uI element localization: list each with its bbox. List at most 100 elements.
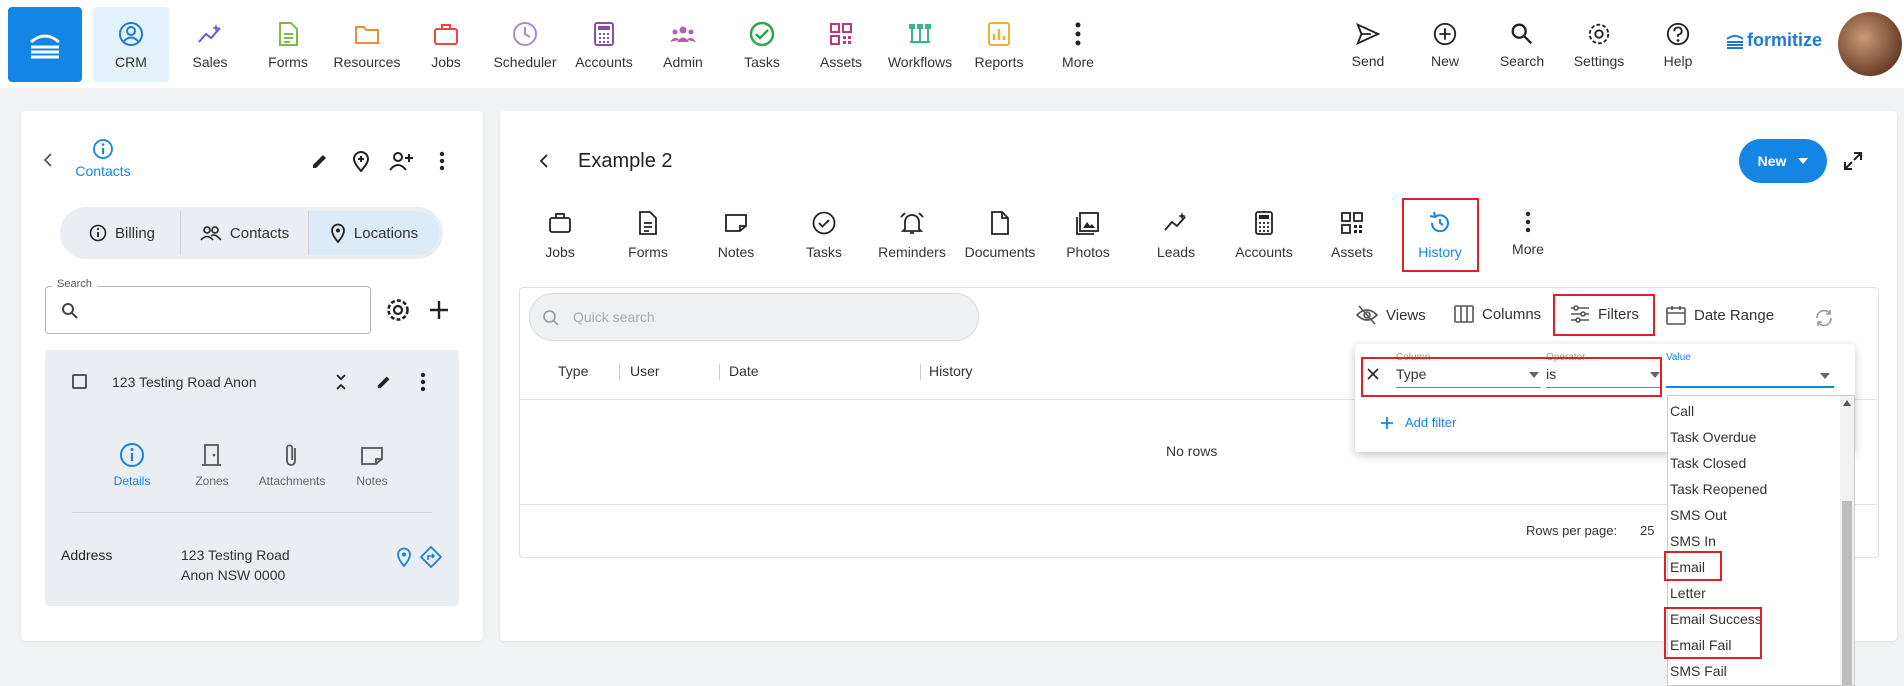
option-email[interactable]: Email — [1668, 554, 1838, 580]
segment-contacts[interactable]: Contacts — [181, 211, 309, 255]
option-task-overdue[interactable]: Task Overdue — [1668, 424, 1838, 450]
nav-sales[interactable]: Sales — [172, 7, 248, 82]
option-task-closed[interactable]: Task Closed — [1668, 450, 1838, 476]
home-button[interactable] — [8, 7, 82, 82]
location-more-button[interactable] — [415, 370, 431, 394]
search-field-label: Search — [52, 278, 97, 290]
tab-label: History — [1418, 244, 1462, 260]
nav-new[interactable]: New — [1407, 7, 1483, 82]
column-select[interactable]: Type — [1396, 366, 1541, 388]
nav-more[interactable]: More — [1040, 7, 1116, 82]
location-settings-button[interactable] — [384, 296, 412, 324]
subtab-zones[interactable]: Zones — [172, 442, 252, 488]
nav-scheduler[interactable]: Scheduler — [487, 7, 563, 82]
tab-tasks[interactable]: Tasks — [784, 210, 864, 260]
nav-crm[interactable]: CRM — [93, 7, 169, 82]
contacts-info-tab[interactable]: Contacts — [72, 138, 134, 179]
quick-search-input[interactable]: Quick search — [529, 293, 979, 341]
location-checkbox[interactable] — [72, 374, 87, 389]
nav-settings[interactable]: Settings — [1561, 7, 1637, 82]
date-range-button[interactable]: Date Range — [1666, 305, 1774, 325]
address-label: Address — [61, 547, 113, 563]
operator-select[interactable]: is — [1546, 366, 1662, 388]
location-edit-button[interactable] — [373, 370, 395, 394]
collapse-button[interactable] — [331, 370, 351, 394]
nav-assets[interactable]: Assets — [803, 7, 879, 82]
tab-jobs[interactable]: Jobs — [520, 210, 600, 260]
segment-billing[interactable]: Billing — [64, 211, 181, 255]
tab-history[interactable]: History — [1400, 210, 1480, 260]
add-filter-button[interactable]: Add filter — [1381, 415, 1456, 430]
nav-reports[interactable]: Reports — [961, 7, 1037, 82]
subtab-details[interactable]: Details — [92, 442, 172, 488]
option-sms-in[interactable]: SMS In — [1668, 528, 1838, 554]
left-more-button[interactable] — [432, 149, 452, 173]
nav-help[interactable]: Help — [1640, 7, 1716, 82]
add-location-plus-button[interactable] — [425, 296, 453, 324]
tab-accounts[interactable]: Accounts — [1224, 210, 1304, 260]
segment-locations[interactable]: Locations — [309, 211, 439, 255]
option-sms-out[interactable]: SMS Out — [1668, 502, 1838, 528]
eye-off-icon — [1356, 305, 1378, 325]
column-header-date[interactable]: Date — [729, 363, 759, 379]
columns-label: Columns — [1482, 305, 1542, 323]
nav-accounts[interactable]: Accounts — [566, 7, 642, 82]
map-button[interactable] — [395, 546, 413, 568]
scrollbar-thumb[interactable] — [1842, 501, 1852, 685]
subtab-notes[interactable]: Notes — [332, 442, 412, 488]
nav-jobs[interactable]: Jobs — [408, 7, 484, 82]
nav-send[interactable]: Send — [1330, 7, 1406, 82]
dropdown-scrollbar[interactable] — [1840, 396, 1854, 685]
option-call[interactable]: Call — [1668, 398, 1838, 424]
nav-search[interactable]: Search — [1484, 7, 1560, 82]
subtab-attachments[interactable]: Attachments — [252, 442, 332, 488]
caret-down-icon — [1529, 372, 1539, 378]
tab-forms[interactable]: Forms — [608, 210, 688, 260]
main-back-button[interactable] — [536, 151, 552, 171]
tab-assets[interactable]: Assets — [1312, 210, 1392, 260]
rows-per-page-select[interactable]: 25 — [1640, 523, 1654, 538]
tab-more[interactable]: More — [1488, 210, 1568, 257]
nav-label: Sales — [192, 53, 228, 70]
add-contact-button[interactable] — [388, 149, 414, 173]
option-letter[interactable]: Letter — [1668, 580, 1838, 606]
tab-reminders[interactable]: Reminders — [872, 210, 952, 260]
views-button[interactable]: Views — [1356, 305, 1426, 325]
option-email-success[interactable]: Email Success — [1668, 606, 1838, 632]
formitize-logo[interactable]: formitize — [1726, 30, 1822, 51]
avatar[interactable] — [1838, 12, 1902, 76]
column-header-history[interactable]: History — [929, 363, 973, 379]
nav-resources[interactable]: Resources — [329, 7, 405, 82]
column-header-type[interactable]: Type — [558, 363, 588, 379]
paperclip-icon — [286, 444, 296, 466]
tab-photos[interactable]: Photos — [1048, 210, 1128, 260]
option-email-fail[interactable]: Email Fail — [1668, 632, 1838, 658]
tab-notes[interactable]: Notes — [696, 210, 776, 260]
nav-label: Settings — [1573, 52, 1625, 69]
tab-label: Tasks — [806, 244, 842, 260]
search-input[interactable] — [45, 286, 371, 334]
column-header-user[interactable]: User — [630, 363, 660, 379]
check-circle-icon — [812, 211, 836, 235]
tab-leads[interactable]: Leads — [1136, 210, 1216, 260]
option-sms-fail[interactable]: SMS Fail — [1668, 658, 1838, 684]
edit-button[interactable] — [308, 149, 332, 173]
filters-button[interactable]: Filters — [1570, 305, 1639, 323]
back-button[interactable] — [38, 150, 58, 170]
option-task-reopened[interactable]: Task Reopened — [1668, 476, 1838, 502]
directions-button[interactable] — [419, 545, 443, 569]
nav-workflows[interactable]: Workflows — [882, 7, 958, 82]
nav-tasks[interactable]: Tasks — [724, 7, 800, 82]
nav-admin[interactable]: Admin — [645, 7, 721, 82]
new-dropdown-button[interactable]: New — [1739, 139, 1827, 183]
chart-icon — [988, 21, 1010, 46]
columns-button[interactable]: Columns — [1454, 305, 1541, 323]
tab-documents[interactable]: Documents — [960, 210, 1040, 260]
remove-filter-button[interactable] — [1365, 366, 1381, 382]
refresh-button[interactable] — [1813, 307, 1835, 329]
column-separator — [920, 364, 921, 380]
add-location-button[interactable] — [349, 149, 373, 173]
expand-button[interactable] — [1840, 148, 1866, 174]
value-select[interactable] — [1666, 366, 1834, 388]
nav-forms[interactable]: Forms — [250, 7, 326, 82]
